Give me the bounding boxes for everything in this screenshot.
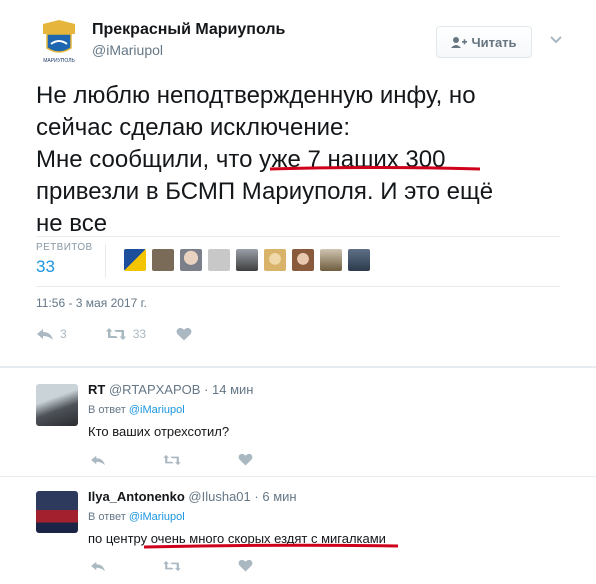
reply-author-name[interactable]: Ilya_Antonenko	[88, 489, 185, 504]
retweeter-avatar[interactable]	[264, 249, 286, 271]
reply-header: Ilya_Antonenko @Ilusha01 · 6 мин	[88, 489, 297, 504]
retweeter-avatar[interactable]	[180, 249, 202, 271]
tweet-actions: 3 33	[36, 325, 192, 343]
retweet-icon[interactable]	[162, 560, 182, 572]
like-icon	[176, 327, 192, 341]
retweeter-avatar[interactable]	[208, 249, 230, 271]
reply-time[interactable]: · 6 мин	[254, 489, 296, 504]
reply-action[interactable]: 3	[36, 327, 67, 341]
reply-count: 3	[60, 327, 67, 341]
in-reply-prefix: В ответ	[88, 404, 126, 416]
retweet-stats[interactable]: РЕТВИТОВ 33	[36, 242, 93, 277]
reply-time[interactable]: · 14 мин	[204, 382, 253, 397]
author-name[interactable]: Прекрасный Мариуполь	[92, 21, 285, 39]
main-tweet: МАРИУПОЛЬ Прекрасный Мариуполь @iMariupo…	[0, 0, 596, 366]
reply-actions	[90, 453, 253, 466]
retweets-label: РЕТВИТОВ	[36, 242, 93, 253]
reply-icon	[37, 329, 53, 340]
avatar-logo-text: МАРИУПОЛЬ	[43, 58, 75, 64]
retweet-icon[interactable]	[162, 454, 182, 466]
chevron-down-icon[interactable]	[549, 33, 563, 47]
like-icon[interactable]	[238, 453, 253, 466]
in-reply-prefix: В ответ	[88, 511, 126, 523]
retweeter-avatar[interactable]	[292, 249, 314, 271]
follow-button[interactable]: Читать	[436, 26, 532, 58]
divider	[36, 286, 560, 287]
tweet-timestamp[interactable]: 11:56 - 3 мая 2017 г.	[36, 296, 147, 310]
tweet-text-line: привезли в БСМП Мариуполя. И это ещё	[36, 178, 494, 205]
retweeter-avatar[interactable]	[152, 249, 174, 271]
reply-avatar[interactable]	[36, 491, 78, 533]
author-block: Прекрасный Мариуполь @iMariupol	[92, 21, 285, 58]
in-reply-to: В ответ @iMariupol	[88, 404, 185, 416]
tweet-text-line: Не люблю неподтвержденную инфу, но	[36, 82, 476, 109]
reply-header: RT @RTAPXAPOB · 14 мин	[88, 382, 253, 397]
author-handle[interactable]: @iMariupol	[92, 42, 285, 58]
reply-author-handle[interactable]: @Ilusha01	[188, 489, 250, 504]
divider	[105, 244, 106, 278]
retweeter-avatar[interactable]	[320, 249, 342, 271]
reply-icon[interactable]	[90, 560, 106, 572]
retweet-count: 33	[132, 327, 147, 341]
author-avatar[interactable]: МАРИУПОЛЬ	[35, 16, 83, 64]
retweet-icon	[105, 328, 126, 340]
reply-author-name[interactable]: RT	[88, 382, 105, 397]
reply-text: Кто ваших отрехсотил?	[88, 424, 230, 439]
reply-tweet: RT @RTAPXAPOB · 14 мин В ответ @iMariupo…	[0, 368, 596, 476]
red-underline-mark	[269, 166, 481, 171]
like-action[interactable]	[176, 327, 192, 341]
reply-actions	[90, 559, 253, 572]
red-underline-mark	[143, 543, 399, 549]
retweet-action[interactable]: 33	[105, 327, 146, 341]
retweets-count[interactable]: 33	[36, 257, 93, 277]
retweeter-avatars	[124, 249, 370, 271]
in-reply-to: В ответ @iMariupol	[88, 511, 185, 523]
like-icon[interactable]	[238, 559, 253, 572]
reply-tweet: Ilya_Antonenko @Ilusha01 · 6 мин В ответ…	[0, 477, 596, 584]
in-reply-link[interactable]: @iMariupol	[129, 511, 185, 523]
retweeter-avatar[interactable]	[348, 249, 370, 271]
retweeter-avatar[interactable]	[236, 249, 258, 271]
retweeter-avatar[interactable]	[124, 249, 146, 271]
tweet-text: Не люблю неподтвержденную инфу, но сейча…	[36, 80, 576, 240]
add-user-icon	[451, 37, 468, 48]
tweet-text-line: сейчас сделаю исключение:	[36, 114, 351, 141]
follow-label: Читать	[471, 34, 517, 50]
in-reply-link[interactable]: @iMariupol	[129, 404, 185, 416]
reply-avatar[interactable]	[36, 384, 78, 426]
divider	[36, 236, 560, 237]
reply-icon[interactable]	[90, 454, 106, 466]
reply-author-handle[interactable]: @RTAPXAPOB	[109, 382, 200, 397]
